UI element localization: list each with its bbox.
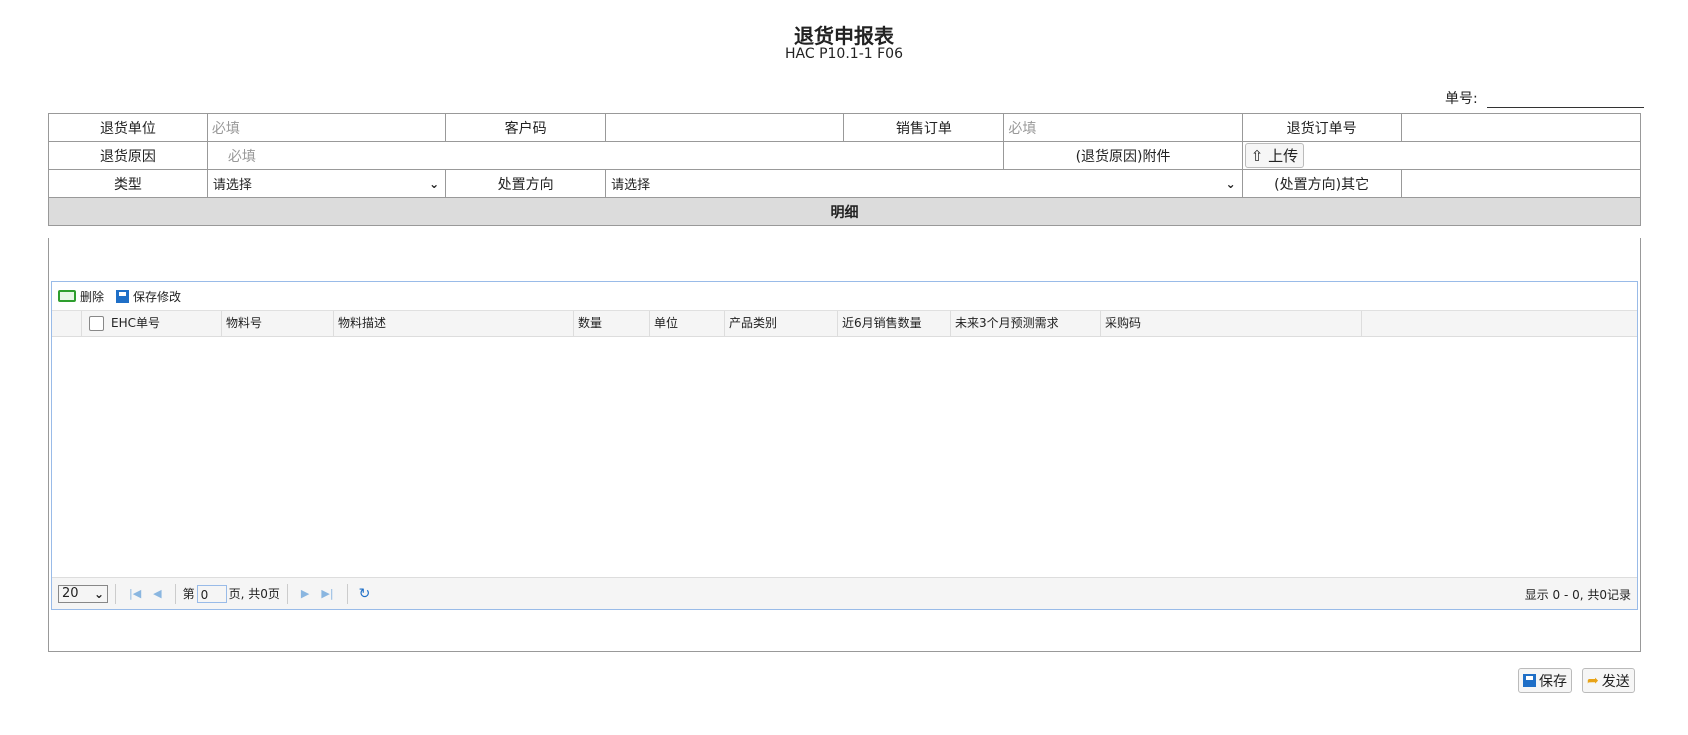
grid-toolbar: 删除 保存修改 xyxy=(52,282,1637,311)
upload-icon: ⇧ xyxy=(1250,147,1264,165)
first-page-icon[interactable]: |◀ xyxy=(129,587,141,600)
pager-separator xyxy=(174,583,176,604)
return-form: 退货单位 必填 客户码 销售订单 必填 退货订单号 退货原因 必填 (退货原因)… xyxy=(48,113,1642,226)
save-changes-button[interactable]: 保存修改 xyxy=(116,288,181,305)
grid-body xyxy=(52,337,1637,582)
chevron-down-icon: ⌄ xyxy=(429,176,440,191)
send-button[interactable]: ➦ 发送 xyxy=(1582,668,1635,693)
doc-no-field[interactable] xyxy=(1487,107,1644,108)
chevron-down-icon: ⌄ xyxy=(93,586,104,601)
return-order-no-input[interactable] xyxy=(1400,113,1642,142)
form-code: HAC P10.1-1 F06 xyxy=(785,46,903,62)
return-unit-label: 退货单位 xyxy=(48,113,208,142)
disposal-other-input[interactable] xyxy=(1400,169,1642,198)
column-header[interactable]: 物料描述 xyxy=(334,311,574,336)
grid-pager: 20 ⌄ |◀ ◀ 第 0 页, 共0页 ▶ ▶| ↻ 显示 0 - 0, 共0记… xyxy=(52,577,1637,609)
page-suffix: 页, 共0页 xyxy=(228,587,280,601)
attachment-label: (退货原因)附件 xyxy=(1003,141,1243,170)
save-label: 保存 xyxy=(1539,673,1567,690)
page-number-input[interactable]: 0 xyxy=(196,584,227,603)
page-size-select[interactable]: 20 ⌄ xyxy=(58,584,108,603)
sales-order-label: 销售订单 xyxy=(843,113,1005,142)
pager-separator xyxy=(346,583,348,604)
last-page-icon[interactable]: ▶| xyxy=(321,587,333,600)
pager-info: 显示 0 - 0, 共0记录 xyxy=(1524,588,1631,602)
column-header[interactable]: 数量 xyxy=(574,311,650,336)
column-header[interactable]: 物料号 xyxy=(222,311,334,336)
column-header[interactable]: 未来3个月预测需求 xyxy=(951,311,1101,336)
disposal-select[interactable]: 请选择 ⌄ xyxy=(605,169,1243,198)
save-changes-label: 保存修改 xyxy=(133,289,182,304)
upload-label: 上传 xyxy=(1268,147,1299,165)
disposal-select-value: 请选择 xyxy=(611,178,651,193)
select-all-checkbox[interactable] xyxy=(89,316,104,331)
page-title: 退货申报表 xyxy=(794,24,894,48)
save-button[interactable]: 保存 xyxy=(1518,668,1572,693)
disposal-other-label: (处置方向)其它 xyxy=(1241,169,1402,198)
type-select[interactable]: 请选择 ⌄ xyxy=(206,169,447,198)
detail-grid: 删除 保存修改 EHC单号 物料号 物料描述 数量 单位 产品类别 近6月销售数… xyxy=(51,281,1638,610)
column-header[interactable]: 单位 xyxy=(650,311,725,336)
prev-page-icon[interactable]: ◀ xyxy=(153,587,161,600)
attachment-cell: ⇧ 上传 xyxy=(1241,141,1642,170)
disposal-label: 处置方向 xyxy=(445,169,607,198)
customer-code-label: 客户码 xyxy=(445,113,607,142)
upload-button[interactable]: ⇧ 上传 xyxy=(1244,143,1305,168)
reason-label: 退货原因 xyxy=(48,141,208,170)
save-icon xyxy=(1523,674,1536,687)
pager-separator xyxy=(286,583,288,604)
refresh-icon[interactable]: ↻ xyxy=(359,586,371,602)
sales-order-input[interactable]: 必填 xyxy=(1003,113,1243,142)
send-icon: ➦ xyxy=(1587,672,1599,689)
reason-input[interactable]: 必填 xyxy=(206,141,1005,170)
delete-label: 删除 xyxy=(80,289,105,304)
row-number-header xyxy=(52,311,82,336)
chevron-down-icon: ⌄ xyxy=(1225,176,1236,191)
return-order-no-label: 退货订单号 xyxy=(1241,113,1402,142)
column-header[interactable]: 产品类别 xyxy=(725,311,838,336)
pager-separator xyxy=(115,583,116,604)
delete-button[interactable]: 删除 xyxy=(58,288,104,305)
customer-code-input[interactable] xyxy=(605,113,845,142)
grid-header: EHC单号 物料号 物料描述 数量 单位 产品类别 近6月销售数量 未来3个月预… xyxy=(52,311,1637,337)
return-unit-input[interactable]: 必填 xyxy=(206,113,447,142)
doc-no-label: 单号: xyxy=(1445,91,1478,107)
column-header[interactable]: 近6月销售数量 xyxy=(838,311,951,336)
column-header[interactable]: EHC单号 xyxy=(107,311,222,336)
column-header[interactable]: 采购码 xyxy=(1101,311,1362,336)
next-page-icon[interactable]: ▶ xyxy=(301,587,309,600)
detail-section-title: 明细 xyxy=(48,197,1641,226)
type-select-value: 请选择 xyxy=(212,178,252,193)
send-label: 发送 xyxy=(1601,673,1630,690)
page-prefix: 第 xyxy=(182,587,195,601)
page-size-value: 20 xyxy=(62,586,79,601)
save-icon xyxy=(116,289,130,303)
type-label: 类型 xyxy=(48,169,208,198)
delete-icon xyxy=(58,290,76,302)
